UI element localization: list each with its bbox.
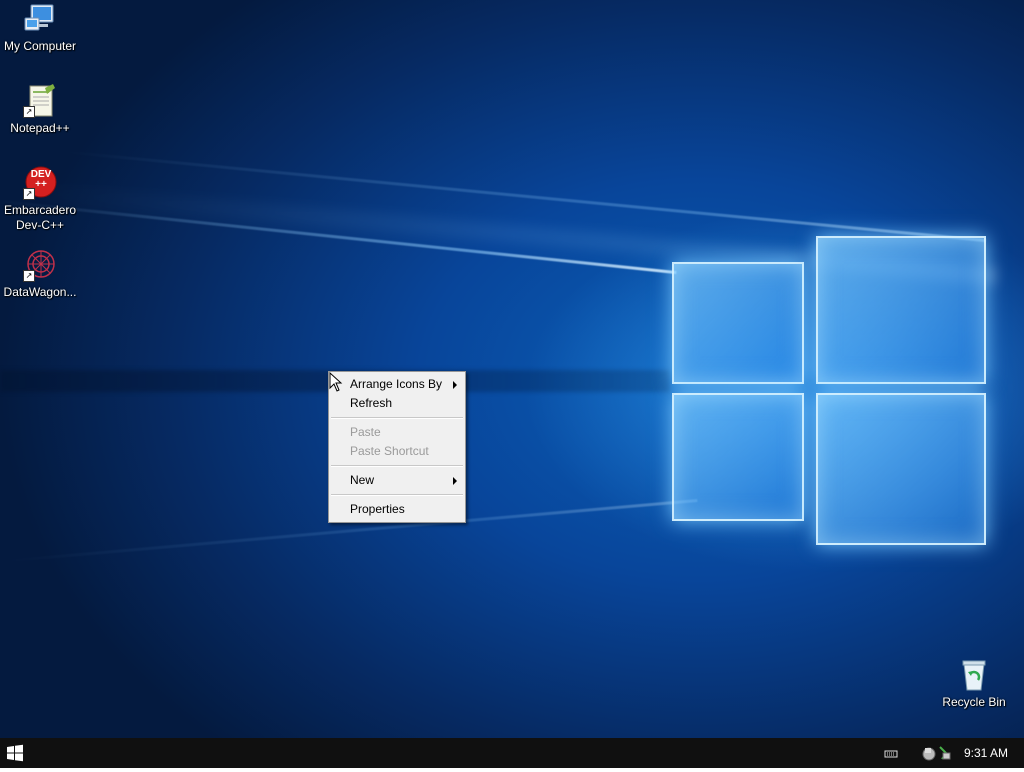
wallpaper-window-pane [672,393,804,521]
desktop-icon-recycle-bin[interactable]: Recycle Bin [934,658,1014,710]
windows-logo-icon [7,744,23,762]
submenu-arrow-icon [453,477,457,485]
shortcut-arrow-icon: ↗ [23,270,35,282]
menu-item-label: Paste [350,425,381,439]
desktop-icon-label: Notepad++ [10,121,70,135]
menu-item-paste-shortcut[interactable]: Paste Shortcut [329,442,465,461]
desktop-icon-label: Recycle Bin [942,695,1006,709]
submenu-arrow-icon [453,381,457,389]
dev-cpp-icon: DEV ++ ↗ [23,166,57,200]
datawagon-icon: ↗ [23,248,57,282]
wallpaper-window-pane [816,236,986,384]
menu-item-paste[interactable]: Paste [329,423,465,442]
shortcut-arrow-icon: ↗ [23,106,35,118]
desktop-icon-label: My Computer [3,39,77,53]
desktop[interactable]: My Computer ↗ Notepad++ DEV ++ ↗ Embarca… [0,0,1024,738]
menu-item-arrange-icons-by[interactable]: Arrange Icons By [329,375,465,394]
menu-item-label: New [350,473,375,487]
menu-item-properties[interactable]: Properties [329,500,465,519]
desktop-icon-dev-cpp[interactable]: DEV ++ ↗ Embarcadero Dev-C++ [0,166,80,233]
desktop-icon-datawagon[interactable]: ↗ DataWagon... [0,248,80,300]
my-computer-icon [23,2,57,36]
dev-cpp-badge-text: DEV ++ [30,169,52,190]
desktop-icon-notepad-plus-plus[interactable]: ↗ Notepad++ [0,84,80,136]
menu-item-refresh[interactable]: Refresh [329,394,465,413]
notepad-plus-plus-icon: ↗ [23,84,57,118]
desktop-icon-label: DataWagon... [3,285,77,299]
network-icon[interactable] [920,745,954,761]
shortcut-arrow-icon: ↗ [23,188,35,200]
taskbar: 9:31 AM [0,738,1024,768]
desktop-context-menu: Arrange Icons By Refresh Paste Paste Sho… [328,371,466,523]
keyboard-icon[interactable] [884,745,898,761]
menu-item-label: Arrange Icons By [350,377,443,391]
menu-item-new[interactable]: New [329,471,465,490]
recycle-bin-icon [957,658,991,692]
taskbar-clock[interactable]: 9:31 AM [964,738,1008,768]
menu-item-label: Properties [350,502,405,516]
wallpaper-window-pane [672,262,804,384]
start-button[interactable] [0,738,30,768]
menu-separator [331,417,463,419]
menu-item-label: Paste Shortcut [350,444,429,458]
mouse-cursor-icon [329,372,343,392]
desktop-icon-label: Embarcadero Dev-C++ [3,203,77,232]
wallpaper-window-pane [816,393,986,545]
desktop-icon-my-computer[interactable]: My Computer [0,2,80,54]
menu-separator [331,465,463,467]
menu-separator [331,494,463,496]
menu-item-label: Refresh [350,396,393,410]
